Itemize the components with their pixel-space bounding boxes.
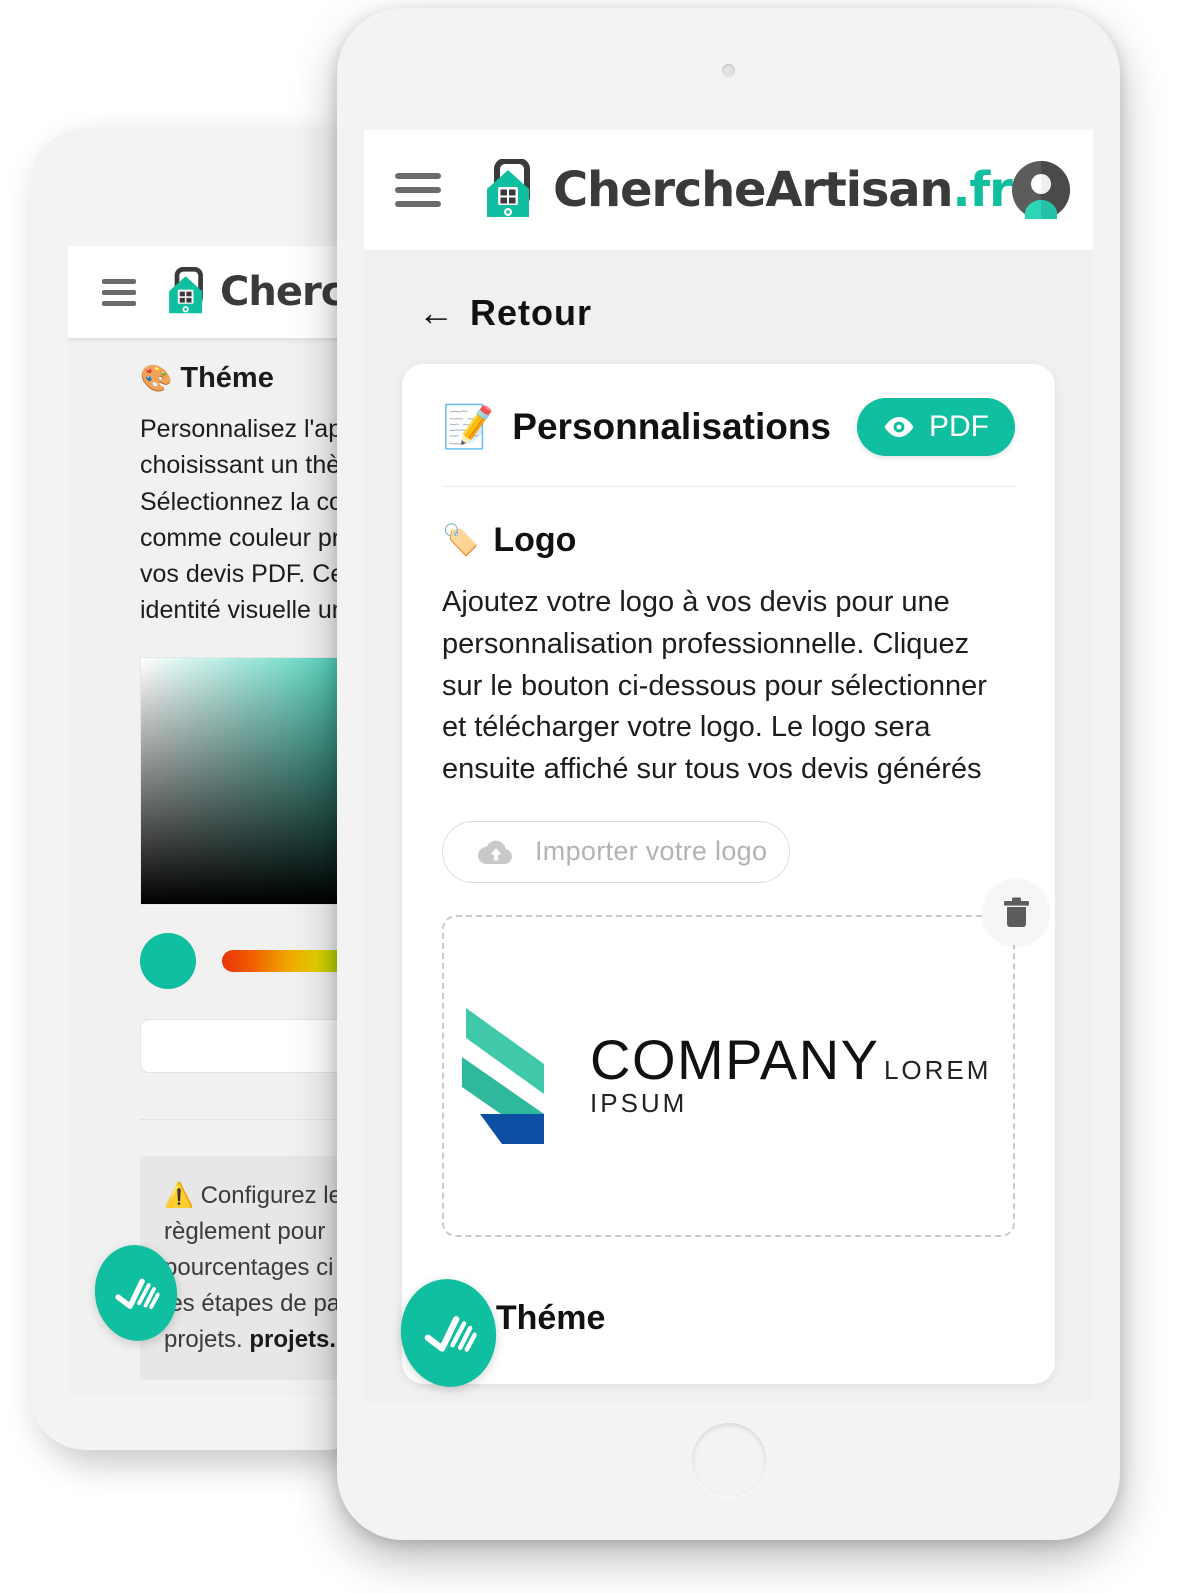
warning-icon: ⚠️ <box>164 1181 194 1209</box>
hamburger-menu-icon[interactable] <box>395 165 441 215</box>
burger-line <box>102 300 136 306</box>
company-name: COMPANY <box>590 1028 880 1092</box>
hamburger-menu-icon[interactable] <box>102 273 136 312</box>
burger-line <box>395 187 441 193</box>
memo-icon: 📝 <box>442 402 495 450</box>
import-logo-label: Importer votre logo <box>535 836 768 867</box>
chercheartisan-house-phone-logo <box>483 159 539 221</box>
selected-color-swatch[interactable] <box>140 932 196 989</box>
palette-icon: 🎨 <box>140 363 173 393</box>
chercheartisan-house-phone-logo <box>166 267 210 317</box>
check-swipe-icon <box>424 1316 477 1352</box>
arrow-left-icon: ← <box>418 292 454 333</box>
page-content: ← Retour 📝 Personnalisations PDF 🏷️ Logo… <box>364 250 1093 1402</box>
delete-logo-button[interactable] <box>983 878 1049 945</box>
back-label: Retour <box>470 292 592 333</box>
brand-name-tld: .fr <box>952 162 1012 218</box>
background-phone-mockup: Cherc 🎨 Théme Personnalisez l'ap choisiss… <box>30 128 386 1450</box>
alert-text: Configurez le <box>200 1181 342 1209</box>
logo-section-paragraph: Ajoutez votre logo à vos devis pour une … <box>442 586 987 785</box>
trash-icon <box>1003 896 1030 928</box>
cloud-upload-icon <box>477 838 515 866</box>
phone-camera-dot <box>722 64 735 77</box>
background-appbar: Cherc <box>68 246 378 338</box>
user-avatar-icon[interactable] <box>1011 161 1070 219</box>
label-tag-icon: 🏷️ <box>442 524 480 557</box>
burger-line <box>102 278 136 284</box>
background-theme-title: Théme <box>180 362 274 394</box>
background-phone-screen: Cherc 🎨 Théme Personnalisez l'ap choisiss… <box>68 246 378 1396</box>
check-swipe-icon <box>115 1278 160 1310</box>
brand-logo[interactable]: ChercheArtisan.fr <box>483 159 1013 221</box>
logo-section-header: 🏷️ Logo <box>442 521 1015 560</box>
card-divider <box>442 486 1015 487</box>
brand-name-truncated: Cherc <box>220 269 344 315</box>
eye-icon <box>883 416 915 438</box>
back-navigation[interactable]: ← Retour <box>364 250 1093 364</box>
import-logo-button[interactable]: Importer votre logo <box>442 820 790 883</box>
brand-logo[interactable]: Cherc <box>166 267 344 317</box>
background-content: 🎨 Théme Personnalisez l'ap choisissant un… <box>68 338 378 1380</box>
theme-section-title: Théme <box>495 1298 606 1337</box>
uploaded-company-logo: COMPANY LOREM IPSUM <box>444 1002 1013 1150</box>
burger-line <box>102 289 136 295</box>
card-header: 📝 Personnalisations PDF <box>442 398 1015 456</box>
foreground-phone-screen: ChercheArtisan.fr ← Retour 📝 Personnalis… <box>364 130 1093 1402</box>
pdf-button-label: PDF <box>929 410 989 443</box>
company-logo-text: COMPANY LOREM IPSUM <box>590 1032 1013 1119</box>
company-logo-mark-icon <box>444 1002 562 1150</box>
personnalisations-card: 📝 Personnalisations PDF 🏷️ Logo Ajoutez … <box>402 364 1055 1384</box>
logo-preview-wrapper: COMPANY LOREM IPSUM <box>442 878 1049 1237</box>
preview-pdf-button[interactable]: PDF <box>857 398 1015 456</box>
brand-name: ChercheArtisan.fr <box>553 162 1013 218</box>
app-header: ChercheArtisan.fr <box>364 130 1093 250</box>
brand-name-main: ChercheArtisan <box>553 162 954 218</box>
theme-section-header: 🎨 Théme <box>442 1299 1015 1338</box>
phone-home-button[interactable] <box>692 1423 766 1497</box>
burger-line <box>395 173 441 179</box>
card-title: Personnalisations <box>512 406 832 447</box>
screenshot-stage: Cherc 🎨 Théme Personnalisez l'ap choisiss… <box>0 0 1193 1593</box>
logo-preview-dropzone[interactable]: COMPANY LOREM IPSUM <box>442 914 1015 1237</box>
logo-section-title: Logo <box>493 521 577 559</box>
burger-line <box>395 201 441 207</box>
